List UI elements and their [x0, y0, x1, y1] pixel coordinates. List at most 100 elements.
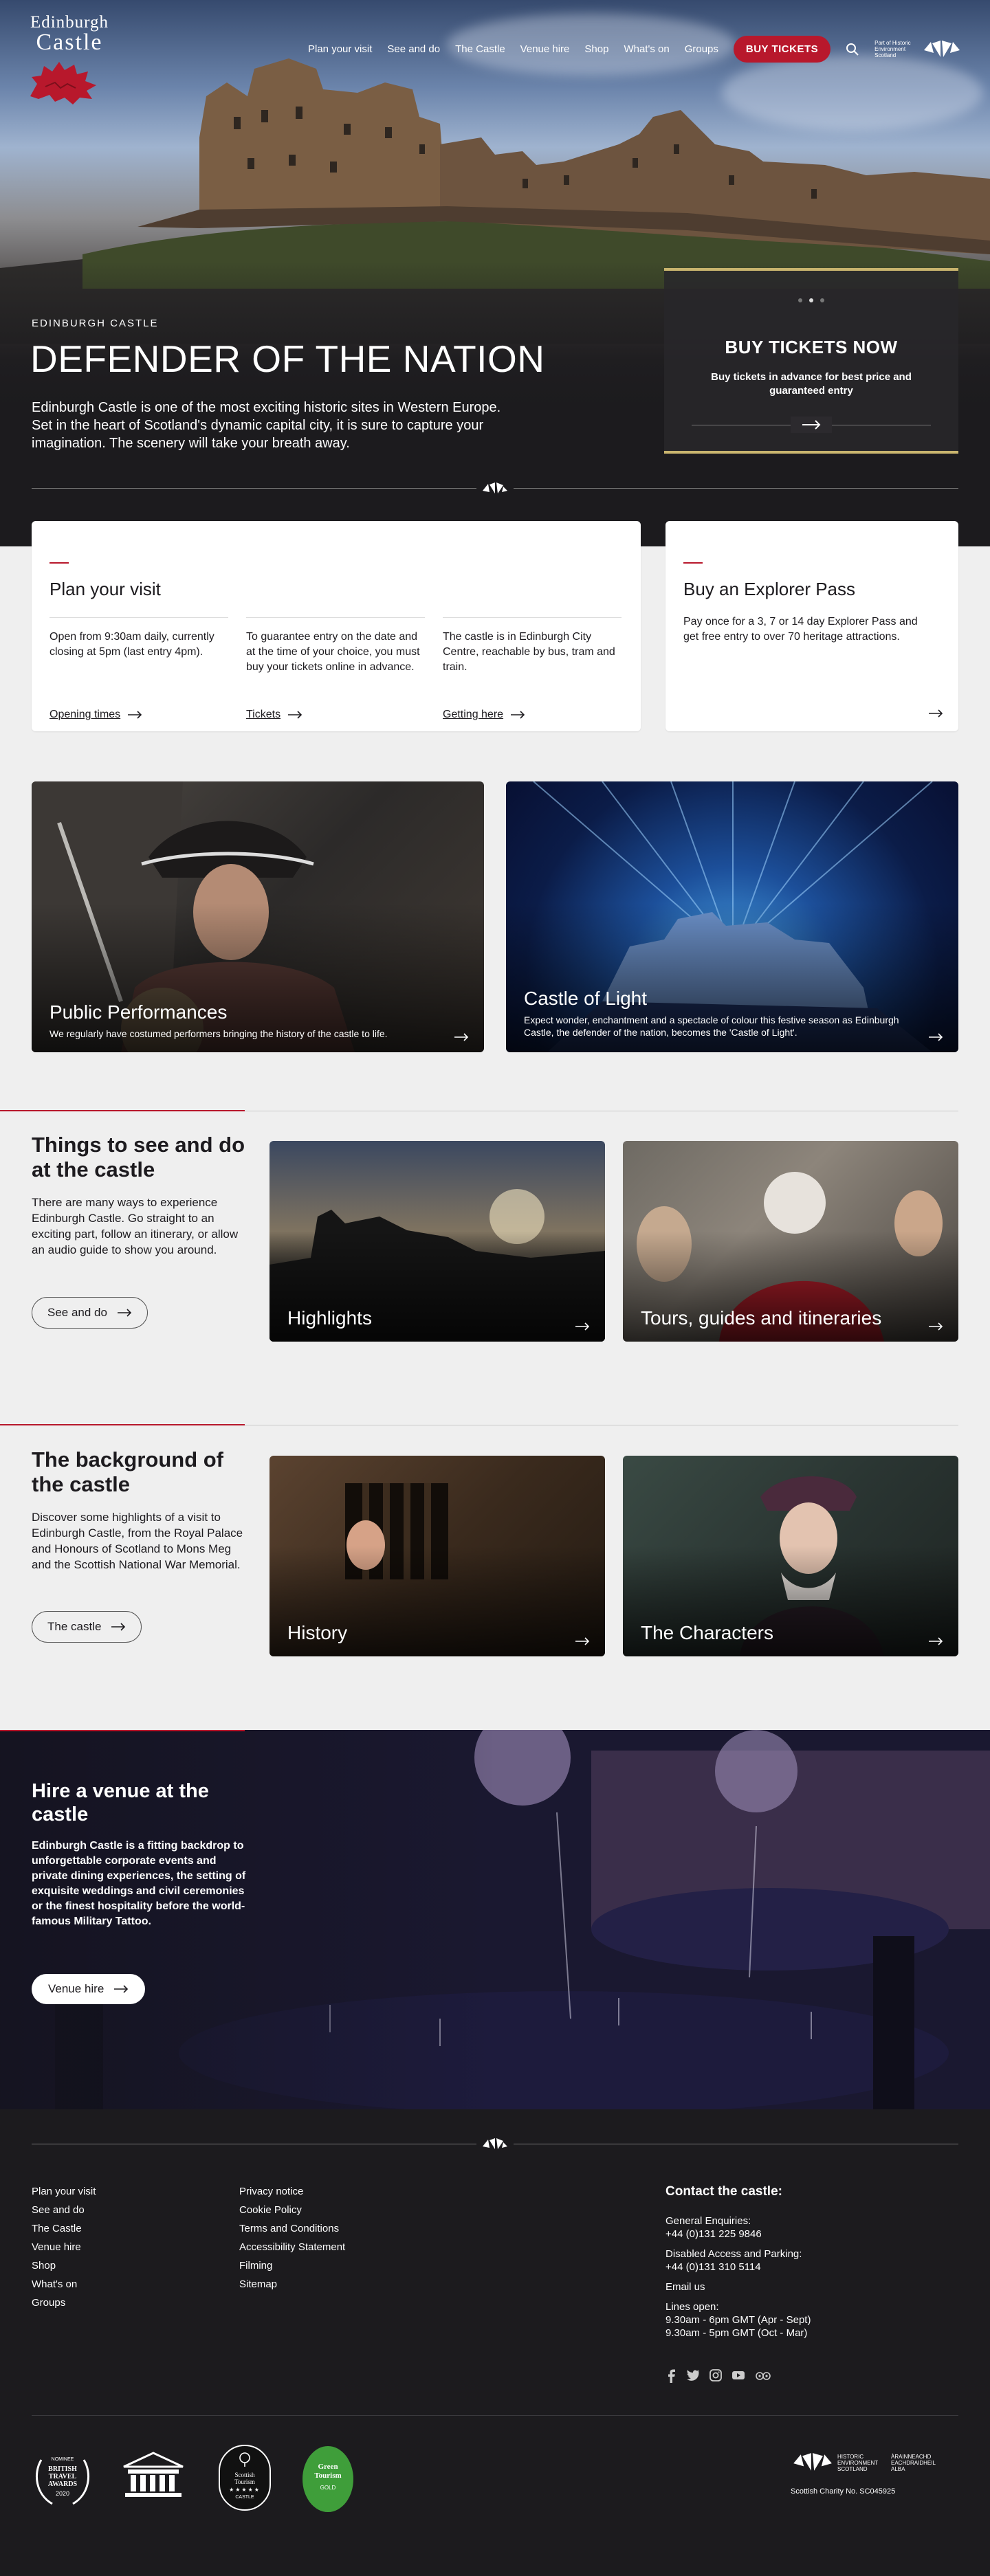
hero-title: DEFENDER OF THE NATION [30, 337, 545, 380]
opening-times-link[interactable]: Opening times [50, 707, 142, 722]
youtube-icon[interactable] [732, 2369, 745, 2381]
arrow-right-icon [454, 1033, 469, 1041]
the-castle-button[interactable]: The castle [32, 1611, 142, 1643]
charity-number: Scottish Charity No. SC045925 [791, 2487, 896, 2496]
footer: Plan your visit See and do The Castle Ve… [0, 2109, 990, 2576]
arrow-right-icon [128, 711, 142, 719]
tile-title: History [287, 1622, 348, 1643]
carousel-dot[interactable] [798, 298, 802, 302]
plan-column-text: To guarantee entry on the date and at th… [246, 631, 420, 673]
footer-link[interactable]: The Castle [32, 2219, 96, 2238]
green-tourism-badge: Green Tourism GOLD [302, 2446, 353, 2512]
red-accent [0, 1730, 245, 1731]
footer-link[interactable]: What's on [32, 2275, 96, 2294]
button-label: The castle [47, 1620, 102, 1633]
footer-link[interactable]: Sitemap [239, 2275, 345, 2294]
buybox-text: Buy tickets in advance for best price an… [711, 371, 912, 397]
red-accent [0, 1110, 245, 1111]
footer-link[interactable]: Accessibility Statement [239, 2238, 345, 2256]
public-performances-tile[interactable]: Public Performances We regularly have co… [32, 781, 484, 1052]
arrow-right-icon [929, 1033, 943, 1041]
unesco-icon [122, 2452, 184, 2503]
nav-shop[interactable]: Shop [584, 43, 608, 55]
footer-link[interactable]: Groups [32, 2294, 96, 2312]
tripadvisor-icon[interactable] [755, 2369, 771, 2381]
button-label: Venue hire [48, 1982, 104, 1995]
carousel-dots [664, 298, 958, 302]
nav-the-castle[interactable]: The Castle [455, 43, 505, 55]
facebook-icon[interactable] [666, 2369, 676, 2383]
footer-link[interactable]: Terms and Conditions [239, 2219, 345, 2238]
tile-text: We regularly have costumed performers br… [50, 1028, 388, 1039]
british-travel-awards-badge: NOMINEE BRITISH TRAVEL AWARDS 2020 [32, 2446, 94, 2508]
instagram-icon[interactable] [710, 2369, 722, 2381]
footer-link[interactable]: Venue hire [32, 2238, 96, 2256]
nav-plan-your-visit[interactable]: Plan your visit [308, 43, 372, 55]
tours-tile[interactable]: Tours, guides and itineraries [623, 1141, 958, 1342]
scottish-tourism-label: Scottish Tourism [234, 2472, 255, 2485]
footer-link[interactable]: Plan your visit [32, 2182, 96, 2201]
tickets-link[interactable]: Tickets [246, 707, 302, 722]
twitter-icon[interactable] [686, 2369, 700, 2381]
tile-title: Highlights [287, 1307, 372, 1329]
buy-tickets-panel[interactable]: BUY TICKETS NOW Buy tickets in advance f… [664, 268, 958, 454]
award-nominee: NOMINEE [51, 2457, 74, 2462]
nav-groups[interactable]: Groups [685, 43, 718, 55]
venue-text: Edinburgh Castle is a fitting backdrop t… [32, 1840, 246, 1927]
venue-hire-button[interactable]: Venue hire [32, 1974, 146, 2004]
lion-icon [30, 62, 96, 104]
footer-divider [32, 2415, 958, 2416]
footer-link[interactable]: See and do [32, 2201, 96, 2219]
emblem-icon [476, 479, 514, 497]
plan-column-text: The castle is in Edinburgh City Centre, … [443, 631, 615, 673]
general-phone[interactable]: +44 (0)131 225 9846 [666, 2228, 811, 2241]
background-text: Discover some highlights of a visit to E… [32, 1511, 243, 1571]
footer-link[interactable]: Shop [32, 2256, 96, 2275]
tile-text: Expect wonder, enchantment and a spectac… [524, 1014, 899, 1038]
carousel-dot[interactable] [820, 298, 824, 302]
tile-title: Tours, guides and itineraries [641, 1307, 882, 1329]
award-year: 2020 [55, 2490, 70, 2497]
footer-link[interactable]: Cookie Policy [239, 2201, 345, 2219]
characters-tile[interactable]: The Characters [623, 1456, 958, 1656]
hero: Edinburgh Castle Plan your visit See and… [0, 0, 990, 546]
arrow-right-icon[interactable] [791, 417, 832, 433]
search-icon[interactable] [846, 43, 859, 56]
hes-mark-icon [793, 2453, 832, 2471]
see-and-do-button[interactable]: See and do [32, 1297, 148, 1329]
explorer-pass-card[interactable]: Buy an Explorer Pass Pay once for a 3, 7… [666, 521, 958, 731]
hes-mark-icon [924, 40, 960, 57]
nav-venue-hire[interactable]: Venue hire [520, 43, 570, 55]
things-text: There are many ways to experience Edinbu… [32, 1196, 239, 1256]
venue-title: Hire a venue at the castle [32, 1780, 209, 1825]
red-accent [50, 562, 69, 564]
link-label: Tickets [246, 709, 281, 720]
hes-footer-logo[interactable]: HISTORIC ENVIRONMENT SCOTLAND ÀRAINNEACH… [792, 2451, 943, 2474]
email-link[interactable]: Email us [666, 2280, 811, 2294]
history-tile[interactable]: History [270, 1456, 605, 1656]
footer-link[interactable]: Filming [239, 2256, 345, 2275]
highlights-tile[interactable]: Highlights [270, 1141, 605, 1342]
logo-line2: Castle [36, 30, 103, 55]
carousel-dot-active[interactable] [809, 298, 813, 302]
lines-label: Lines open: [666, 2301, 719, 2313]
scottish-tourism-badge: Scottish Tourism ★★★★★ CASTLE [219, 2445, 271, 2511]
buy-tickets-button[interactable]: BUY TICKETS [733, 36, 831, 63]
site-logo[interactable]: Edinburgh Castle [25, 14, 114, 106]
contact-title: Contact the castle: [666, 2184, 782, 2199]
thistle-icon [239, 2452, 250, 2467]
nav-see-and-do[interactable]: See and do [387, 43, 440, 55]
explorer-text: Pay once for a 3, 7 or 14 day Explorer P… [683, 616, 918, 643]
plan-column: To guarantee entry on the date and at th… [246, 617, 425, 720]
hes-en: HISTORIC ENVIRONMENT SCOTLAND [837, 2453, 878, 2472]
buybox-title: BUY TICKETS NOW [725, 337, 898, 357]
disabled-phone[interactable]: +44 (0)131 310 5114 [666, 2261, 811, 2274]
getting-here-link[interactable]: Getting here [443, 707, 525, 722]
footer-link[interactable]: Privacy notice [239, 2182, 345, 2201]
plan-column-text: Open from 9:30am daily, currently closin… [50, 631, 214, 658]
nav-whats-on[interactable]: What's on [624, 43, 669, 55]
arrow-right-icon [117, 1309, 132, 1317]
hes-logo[interactable]: Part of Historic Environment Scotland [874, 39, 961, 60]
arrow-right-icon [929, 1322, 943, 1331]
castle-of-light-tile[interactable]: Castle of Light Expect wonder, enchantme… [506, 781, 958, 1052]
